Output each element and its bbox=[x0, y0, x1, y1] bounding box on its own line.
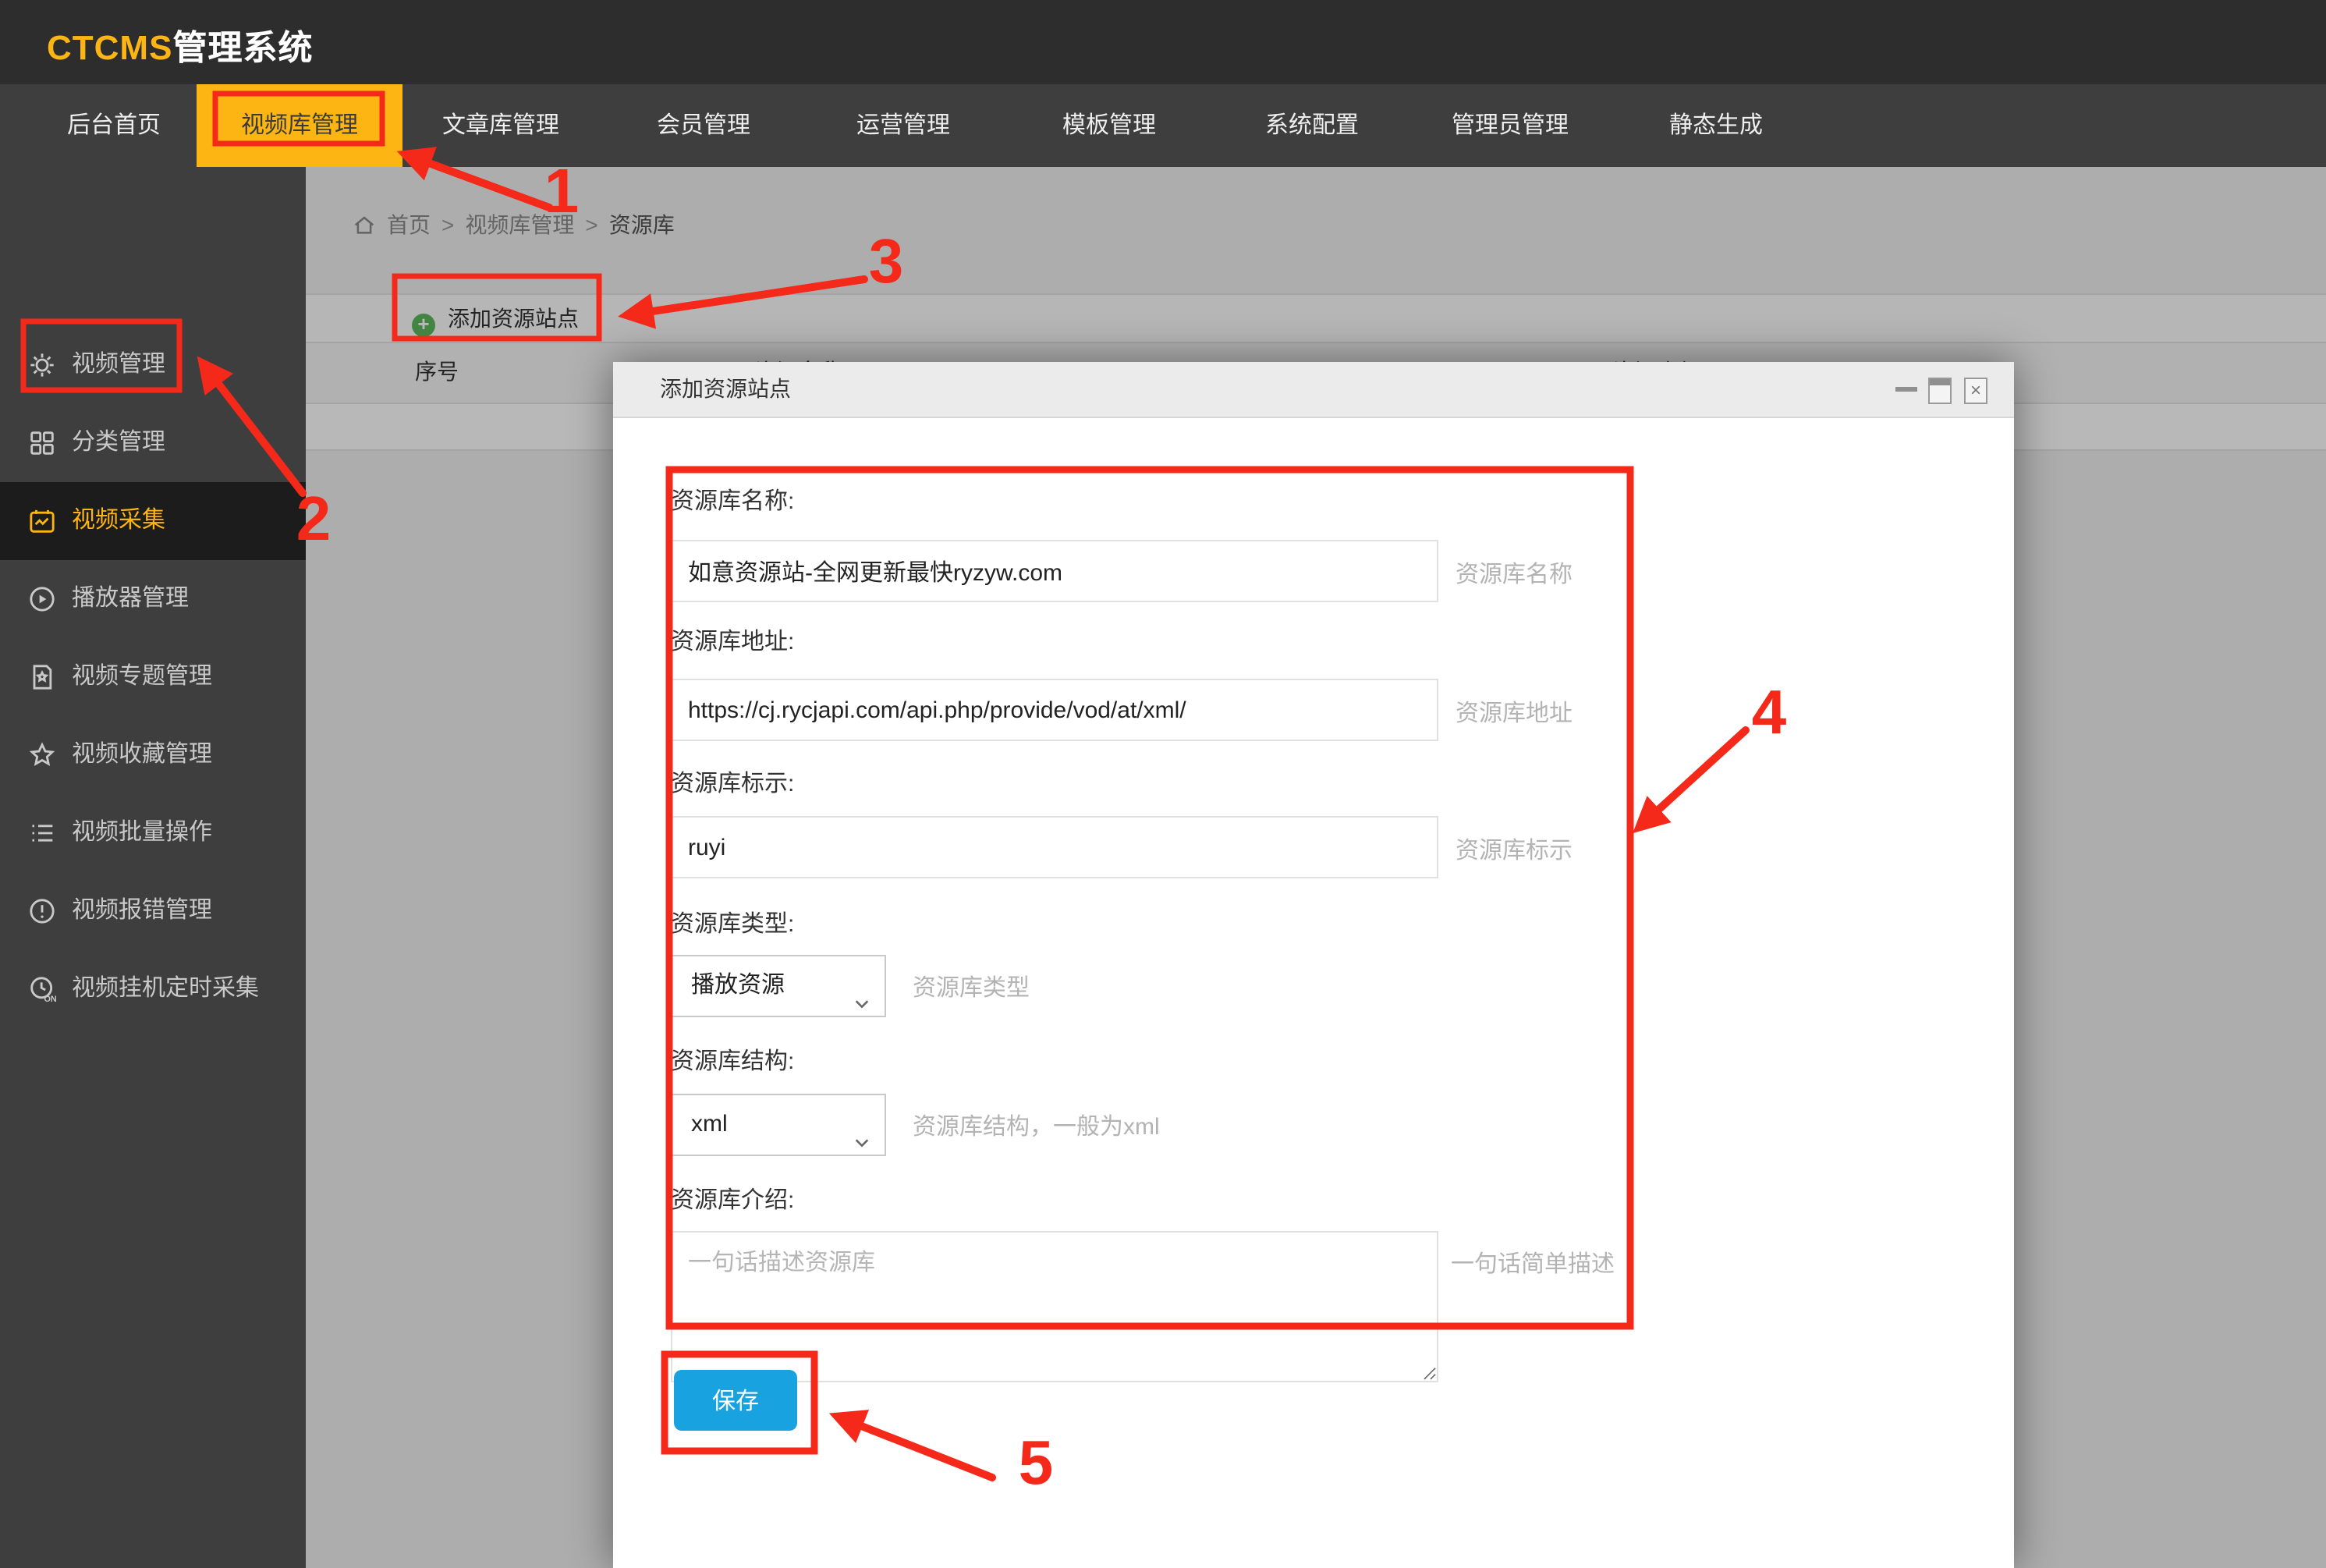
nav-item-article-library[interactable]: 文章库管理 bbox=[399, 84, 602, 167]
sidebar-item-label: 视频采集 bbox=[72, 482, 165, 560]
field-hint-resource-name: 资源库名称 bbox=[1456, 557, 1573, 590]
resource-structure-value: xml bbox=[691, 1111, 728, 1137]
sidebar-item-video-manage[interactable]: 视频管理 bbox=[0, 326, 306, 404]
sidebar-item-label: 播放器管理 bbox=[72, 560, 189, 638]
top-nav: 后台首页 视频库管理 文章库管理 会员管理 运营管理 模板管理 系统配置 管理员… bbox=[0, 84, 2326, 167]
field-label-resource-name: 资源库名称: bbox=[671, 484, 794, 516]
list-icon bbox=[27, 818, 58, 849]
add-resource-modal: 添加资源站点 × 资源库名称: 资源库名称 资源库地址: 资源库地址 资源库标示… bbox=[613, 362, 2014, 1568]
resource-flag-input[interactable] bbox=[671, 816, 1438, 878]
save-button[interactable]: 保存 bbox=[674, 1370, 797, 1431]
play-circle-icon bbox=[27, 584, 58, 615]
star-icon bbox=[27, 740, 58, 771]
resource-type-select[interactable]: 播放资源 bbox=[671, 955, 886, 1017]
nav-item-members[interactable]: 会员管理 bbox=[602, 84, 805, 167]
sidebar-item-video-batch-ops[interactable]: 视频批量操作 bbox=[0, 794, 306, 872]
field-hint-resource-url: 资源库地址 bbox=[1456, 696, 1573, 729]
brand-rest: 管理系统 bbox=[172, 28, 313, 67]
sidebar-item-player-manage[interactable]: 播放器管理 bbox=[0, 560, 306, 638]
resource-structure-select[interactable]: xml bbox=[671, 1094, 886, 1156]
app-header: CTCMS管理系统 bbox=[0, 0, 2326, 84]
modal-title-bar[interactable]: 添加资源站点 × bbox=[613, 362, 2014, 418]
chevron-down-icon bbox=[853, 1116, 870, 1133]
field-label-resource-url: 资源库地址: bbox=[671, 624, 794, 657]
field-label-resource-structure: 资源库结构: bbox=[671, 1044, 794, 1077]
sidebar-item-video-topic-manage[interactable]: 视频专题管理 bbox=[0, 638, 306, 716]
gear-icon bbox=[27, 349, 58, 381]
grid-icon bbox=[27, 427, 58, 459]
brand-highlight: CTCMS bbox=[47, 28, 172, 67]
nav-item-operations[interactable]: 运营管理 bbox=[802, 84, 1005, 167]
modal-title: 添加资源站点 bbox=[660, 362, 791, 417]
nav-item-templates[interactable]: 模板管理 bbox=[1008, 84, 1211, 167]
sidebar-item-label: 视频收藏管理 bbox=[72, 716, 212, 794]
sidebar-item-video-error-manage[interactable]: 视频报错管理 bbox=[0, 872, 306, 950]
field-label-resource-intro: 资源库介绍: bbox=[671, 1183, 794, 1215]
maximize-icon[interactable] bbox=[1928, 378, 1952, 404]
nav-item-static-gen[interactable]: 静态生成 bbox=[1615, 84, 1817, 167]
field-label-resource-type: 资源库类型: bbox=[671, 906, 794, 939]
resource-name-input[interactable] bbox=[671, 540, 1438, 602]
sidebar-item-video-timer-collect[interactable]: ON 视频挂机定时采集 bbox=[0, 950, 306, 1028]
field-hint-resource-intro: 一句话简单描述 bbox=[1451, 1247, 1615, 1279]
field-label-resource-flag: 资源库标示: bbox=[671, 766, 794, 799]
topic-doc-icon bbox=[27, 662, 58, 693]
minimize-icon[interactable] bbox=[1895, 378, 1917, 401]
alert-circle-icon bbox=[27, 896, 58, 927]
sidebar-item-label: 视频批量操作 bbox=[72, 794, 212, 872]
sidebar-item-label: 视频管理 bbox=[72, 326, 165, 404]
sidebar-item-video-collect[interactable]: 视频采集 bbox=[0, 482, 306, 560]
svg-text:ON: ON bbox=[44, 995, 57, 1004]
sidebar: 视频管理 分类管理 视频采集 播放器管理 视频专题管理 视频收藏管理 视频批量操… bbox=[0, 167, 306, 1568]
field-hint-resource-type: 资源库类型 bbox=[913, 970, 1030, 1003]
sidebar-item-category-manage[interactable]: 分类管理 bbox=[0, 404, 306, 482]
chevron-down-icon bbox=[853, 977, 870, 994]
nav-item-dashboard[interactable]: 后台首页 bbox=[12, 84, 215, 167]
collect-icon bbox=[27, 506, 58, 537]
nav-item-admins[interactable]: 管理员管理 bbox=[1409, 84, 1612, 167]
sidebar-item-video-favorite-manage[interactable]: 视频收藏管理 bbox=[0, 716, 306, 794]
app-window: CTCMS管理系统 后台首页 视频库管理 文章库管理 会员管理 运营管理 模板管… bbox=[0, 0, 2326, 1568]
timer-clock-icon: ON bbox=[27, 974, 58, 1005]
nav-item-video-library[interactable]: 视频库管理 bbox=[197, 84, 402, 167]
close-icon[interactable]: × bbox=[1964, 378, 1987, 404]
sidebar-item-label: 视频挂机定时采集 bbox=[72, 950, 259, 1028]
brand-logo: CTCMS管理系统 bbox=[47, 20, 313, 70]
nav-item-system-config[interactable]: 系统配置 bbox=[1211, 84, 1413, 167]
resource-url-input[interactable] bbox=[671, 679, 1438, 741]
sidebar-item-label: 视频报错管理 bbox=[72, 872, 212, 950]
field-hint-resource-structure: 资源库结构，一般为xml bbox=[913, 1109, 1160, 1142]
sidebar-item-label: 视频专题管理 bbox=[72, 638, 212, 716]
resource-intro-textarea[interactable] bbox=[671, 1231, 1438, 1382]
field-hint-resource-flag: 资源库标示 bbox=[1456, 833, 1573, 866]
sidebar-item-label: 分类管理 bbox=[72, 404, 165, 482]
resource-type-value: 播放资源 bbox=[691, 972, 785, 999]
